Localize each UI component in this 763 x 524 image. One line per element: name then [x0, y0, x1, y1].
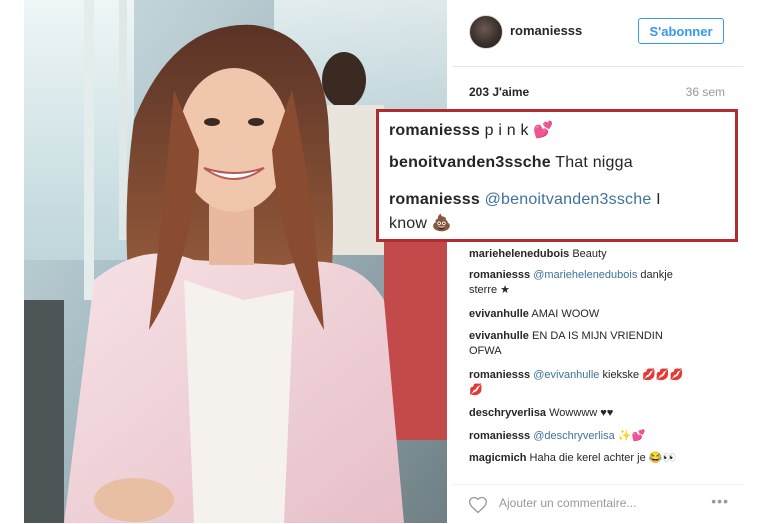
comment-item: romaniesss @evivanhulle kiekske 💋💋💋 💋: [469, 368, 731, 398]
comment-mention[interactable]: @benoitvanden3ssche: [485, 191, 652, 208]
highlighted-comments-box: romaniesss p i n k 💕 benoitvanden3ssche …: [376, 109, 738, 242]
likes-count[interactable]: 203 J'aime: [469, 85, 529, 99]
comment-text-cont: sterre ★: [469, 284, 511, 296]
comment-user[interactable]: magicmich: [469, 452, 526, 464]
comment-user[interactable]: deschryverlisa: [469, 407, 546, 419]
comment-user[interactable]: romaniesss: [469, 269, 530, 281]
comment-text: ✨💕: [617, 430, 646, 442]
comment-text-cont: OFWA: [469, 345, 502, 357]
comment-text: I: [656, 191, 661, 208]
comment-text: dankje: [640, 269, 673, 281]
comment-user[interactable]: romaniesss: [389, 191, 480, 208]
comment-user[interactable]: romaniesss: [469, 430, 530, 442]
comment-item: magicmich Haha die kerel achter je 😂👀: [469, 451, 731, 466]
more-options-icon[interactable]: •••: [711, 493, 729, 509]
comment-item: mariehelenedubois Beauty: [469, 247, 731, 262]
comment-user[interactable]: benoitvanden3ssche: [389, 154, 551, 171]
post-header: romaniesss S'abonner: [453, 0, 743, 67]
add-comment-input[interactable]: Ajouter un commentaire...: [499, 496, 636, 510]
post-photo[interactable]: [24, 0, 447, 523]
comment-text-cont: 💋: [469, 384, 483, 396]
comment-mention[interactable]: @deschryverlisa: [533, 430, 614, 442]
post-sidebar: romaniesss S'abonner 203 J'aime 36 sem m…: [453, 0, 743, 523]
comment-user[interactable]: romaniesss: [389, 122, 480, 139]
follow-button[interactable]: S'abonner: [638, 18, 724, 44]
comment-text: kiekske 💋💋💋: [602, 369, 684, 381]
comment-user[interactable]: romaniesss: [469, 369, 530, 381]
comment-user[interactable]: evivanhulle: [469, 308, 529, 320]
highlighted-comment: romaniesss p i n k 💕: [389, 120, 553, 140]
avatar[interactable]: [469, 15, 503, 49]
comment-text: AMAI WOOW: [531, 308, 600, 320]
highlighted-comment: benoitvanden3ssche That nigga: [389, 154, 633, 172]
comment-text-cont: know 💩: [389, 215, 452, 232]
comment-item: romaniesss @deschryverlisa ✨💕: [469, 429, 731, 444]
comment-item: evivanhulle EN DA IS MIJN VRIENDIN OFWA: [469, 329, 731, 359]
comment-text: Wowwww ♥♥: [549, 407, 614, 419]
comment-footer: Ajouter un commentaire... •••: [453, 484, 743, 524]
comment-text: p i n k 💕: [484, 122, 554, 139]
comment-user[interactable]: mariehelenedubois: [469, 248, 569, 260]
comment-text: That nigga: [555, 154, 633, 171]
heart-icon[interactable]: [468, 495, 488, 515]
comment-text: EN DA IS MIJN VRIENDIN: [531, 330, 663, 342]
selfie-photo-illustration: [24, 0, 447, 523]
username-link[interactable]: romaniesss: [510, 23, 582, 38]
comment-item: deschryverlisa Wowwww ♥♥: [469, 406, 731, 421]
comment-text: Haha die kerel achter je 😂👀: [529, 452, 677, 464]
comment-item: romaniesss @mariehelenedubois dankje ste…: [469, 268, 731, 298]
comment-user[interactable]: evivanhulle: [469, 330, 529, 342]
comment-mention[interactable]: @evivanhulle: [533, 369, 599, 381]
post-age[interactable]: 36 sem: [686, 85, 725, 99]
comment-mention[interactable]: @mariehelenedubois: [533, 269, 637, 281]
comment-text: Beauty: [572, 248, 607, 260]
comment-item: evivanhulle AMAI WOOW: [469, 307, 731, 322]
highlighted-comment: romaniesss @benoitvanden3ssche I know 💩: [389, 188, 734, 236]
